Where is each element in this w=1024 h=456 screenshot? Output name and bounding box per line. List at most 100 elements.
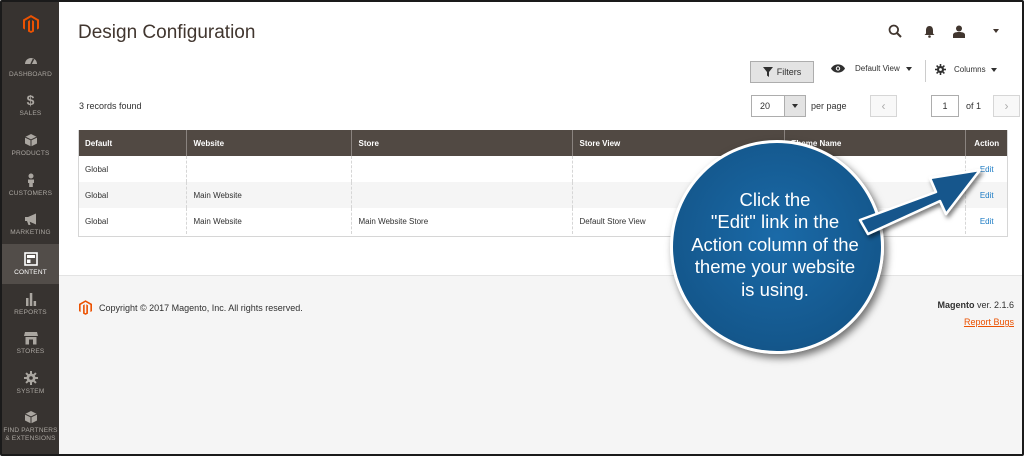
dollar-icon: $ (26, 92, 35, 109)
sidebar-item-label-line1: FIND PARTNERS (3, 427, 58, 435)
page-footer: Copyright © 2017 Magento, Inc. All right… (59, 275, 1022, 454)
cell-action: Edit (964, 182, 1008, 208)
admin-sidebar: DASHBOARD $ SALES PRODUCTS CUSTOMERS MAR… (2, 2, 59, 454)
admin-user-actions (878, 21, 1006, 41)
cell-action: Edit (964, 156, 1008, 182)
sidebar-item-content[interactable]: CONTENT (2, 244, 59, 285)
storefront-icon (23, 332, 38, 345)
column-header-default[interactable]: Default (78, 130, 186, 156)
sidebar-item-marketing[interactable]: MARKETING (2, 205, 59, 245)
columns-label: Columns (954, 65, 986, 74)
caret-down-icon (905, 66, 912, 71)
cell-action: Edit (964, 208, 1008, 234)
sidebar-item-label: SALES (19, 110, 42, 118)
brand-name: Magento (937, 300, 975, 310)
filter-icon (762, 67, 773, 77)
grid-header-row: Default Website Store Store View Theme N… (78, 130, 1008, 156)
magento-logo[interactable] (2, 2, 59, 46)
bell-icon (924, 25, 934, 38)
column-header-action: Action (964, 130, 1008, 156)
layout-icon (23, 252, 38, 266)
sidebar-item-label: DASHBOARD (9, 70, 52, 78)
cube-icon (24, 133, 37, 147)
instruction-callout: Click the "Edit" link in the Action colu… (670, 140, 884, 354)
sidebar-item-products[interactable]: PRODUCTS (2, 125, 59, 165)
previous-page-button[interactable]: ‹ (870, 95, 897, 117)
cell-store: Main Website Store (350, 208, 572, 234)
sidebar-item-label: PRODUCTS (11, 149, 50, 157)
sidebar-item-label: STORES (16, 348, 45, 356)
sidebar-item-label: FIND PARTNERS & EXTENSIONS (3, 427, 57, 442)
caret-down-icon (990, 67, 997, 72)
cell-website (185, 156, 351, 182)
per-page-input[interactable]: 20 (751, 95, 785, 117)
notifications-button[interactable] (912, 21, 946, 41)
sidebar-item-label: REPORTS (14, 308, 47, 316)
gear-icon (23, 371, 38, 386)
callout-line: Click the (739, 188, 811, 210)
search-button[interactable] (878, 21, 912, 41)
edit-link[interactable]: Edit (980, 217, 994, 226)
cell-default: Global (78, 182, 186, 208)
cell-store (350, 182, 572, 208)
filters-label: Filters (776, 67, 802, 77)
account-button[interactable] (946, 21, 1006, 41)
default-view-label: Default View (855, 64, 900, 73)
column-header-website[interactable]: Website (185, 130, 351, 156)
sidebar-item-find-partners[interactable]: FIND PARTNERS & EXTENSIONS (2, 403, 59, 449)
chevron-left-icon: ‹ (881, 99, 886, 113)
search-icon (888, 24, 902, 38)
sidebar-item-label: CUSTOMERS (8, 189, 53, 197)
records-found: 3 records found (79, 101, 142, 111)
cell-default: Global (78, 156, 186, 182)
edit-link[interactable]: Edit (980, 165, 994, 174)
pagination: ‹ 1 of 1 › (870, 95, 1021, 117)
columns-dropdown[interactable]: Columns (935, 64, 997, 75)
report-bugs-link[interactable]: Report Bugs (964, 317, 1014, 327)
eye-icon (831, 64, 845, 73)
default-view-dropdown[interactable]: Default View (831, 64, 912, 73)
toolbar-divider (925, 60, 926, 82)
callout-line: theme your website (694, 256, 856, 278)
speedometer-icon (24, 57, 37, 64)
per-page-selector: 20 per page (751, 95, 847, 117)
copyright-text: Copyright © 2017 Magento, Inc. All right… (99, 302, 303, 313)
callout-line: Action column of the (691, 233, 859, 255)
box-icon (24, 411, 37, 424)
edit-link[interactable]: Edit (980, 191, 994, 200)
sidebar-item-label: MARKETING (10, 229, 51, 237)
page-count: of 1 (966, 101, 982, 111)
cell-store (350, 156, 572, 182)
filters-button[interactable]: Filters (750, 61, 814, 83)
chevron-right-icon: › (1004, 99, 1009, 113)
sidebar-item-customers[interactable]: CUSTOMERS (2, 165, 59, 205)
sidebar-item-sales[interactable]: $ SALES (2, 86, 59, 126)
per-page-dropdown-button[interactable] (785, 95, 806, 117)
callout-line: is using. (741, 278, 809, 300)
table-row: Global Edit (78, 156, 1008, 182)
copyright: Copyright © 2017 Magento, Inc. All right… (79, 300, 303, 315)
megaphone-icon (24, 213, 36, 226)
page-number-input[interactable]: 1 (931, 95, 959, 117)
bar-chart-icon (25, 292, 36, 306)
sidebar-item-label: SYSTEM (16, 388, 45, 396)
cell-website: Main Website (185, 182, 351, 208)
version-info: Magento ver. 2.1.6 (937, 300, 1014, 310)
caret-down-icon (792, 104, 798, 108)
next-page-button[interactable]: › (993, 95, 1021, 117)
page-title: Design Configuration (78, 22, 256, 43)
column-header-store[interactable]: Store (350, 130, 572, 156)
cell-default: Global (78, 208, 186, 234)
sidebar-item-system[interactable]: SYSTEM (2, 364, 59, 404)
sidebar-item-dashboard[interactable]: DASHBOARD (2, 46, 59, 86)
gear-icon (935, 64, 946, 75)
user-icon (953, 25, 965, 38)
caret-down-icon (993, 29, 999, 33)
magento-logo-icon (79, 300, 92, 315)
cell-website: Main Website (185, 208, 351, 234)
sidebar-item-stores[interactable]: STORES (2, 324, 59, 364)
per-page-label: per page (811, 101, 847, 111)
sidebar-item-reports[interactable]: REPORTS (2, 284, 59, 324)
app-window: DASHBOARD $ SALES PRODUCTS CUSTOMERS MAR… (0, 0, 1024, 456)
sidebar-item-label-line2: & EXTENSIONS (5, 434, 56, 442)
